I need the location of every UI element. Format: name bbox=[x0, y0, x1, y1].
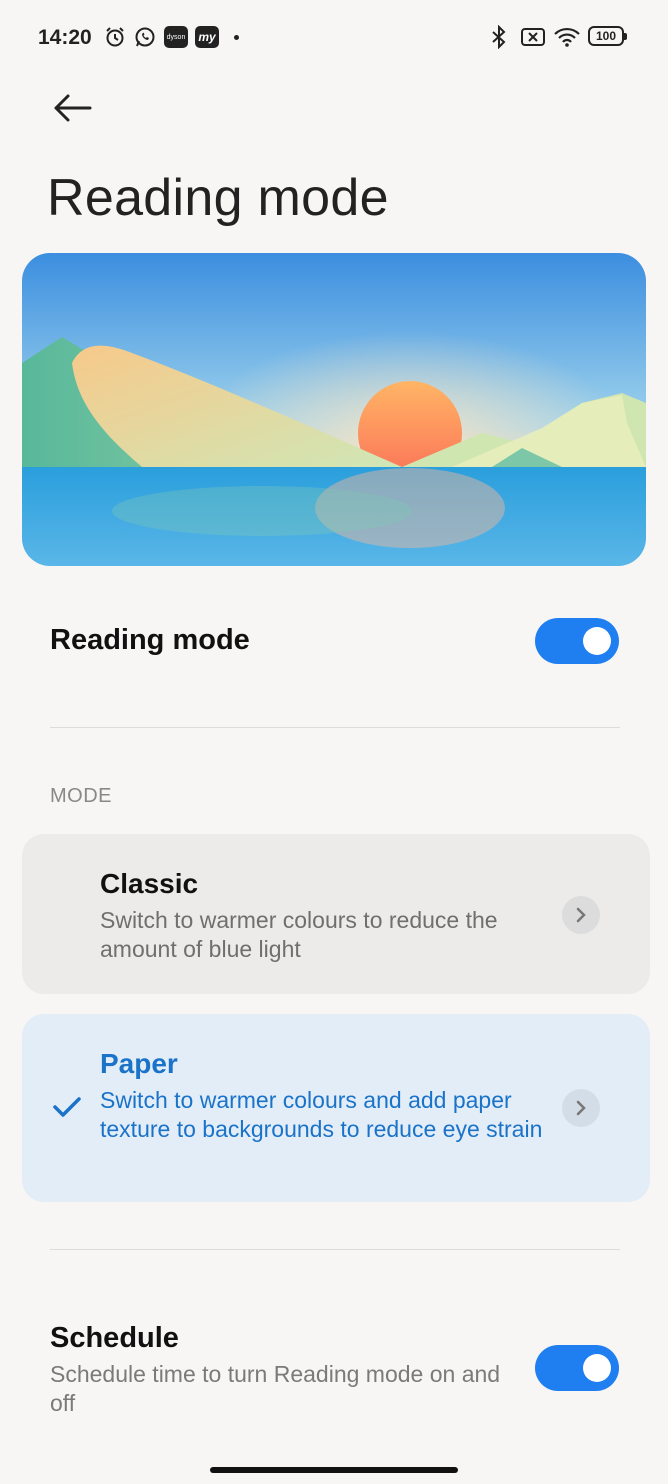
more-notifications-dot bbox=[234, 35, 239, 40]
status-bar: 14:20 dyson my 100 bbox=[0, 0, 668, 76]
schedule-toggle[interactable] bbox=[535, 1345, 619, 1391]
classic-description: Switch to warmer colours to reduce the a… bbox=[100, 907, 498, 962]
reading-mode-label: Reading mode bbox=[50, 624, 250, 656]
reading-mode-toggle[interactable] bbox=[535, 618, 619, 664]
classic-title: Classic bbox=[100, 868, 199, 899]
dyson-label: dyson bbox=[164, 26, 188, 48]
chevron-right-icon bbox=[562, 1089, 600, 1127]
sim-icon bbox=[520, 24, 546, 50]
back-button[interactable] bbox=[50, 88, 94, 128]
chevron-right-icon bbox=[562, 896, 600, 934]
check-icon bbox=[52, 1092, 82, 1122]
my-app-icon: my bbox=[195, 24, 219, 50]
mode-option-classic[interactable]: Classic Switch to warmer colours to redu… bbox=[22, 834, 650, 994]
toggle-knob bbox=[583, 627, 611, 655]
my-app-label: my bbox=[195, 26, 219, 48]
arrow-left-icon bbox=[54, 94, 92, 122]
divider bbox=[50, 1249, 620, 1250]
page-title: Reading mode bbox=[47, 169, 389, 227]
paper-title: Paper bbox=[100, 1048, 178, 1079]
whatsapp-icon bbox=[133, 24, 157, 50]
alarm-icon bbox=[103, 24, 127, 50]
battery-icon: 100 bbox=[588, 26, 627, 46]
divider bbox=[50, 727, 620, 728]
status-time: 14:20 bbox=[38, 26, 92, 49]
paper-description: Switch to warmer colours and add paper t… bbox=[100, 1087, 543, 1142]
bluetooth-icon bbox=[488, 24, 510, 50]
wifi-icon bbox=[552, 24, 582, 50]
dyson-icon: dyson bbox=[164, 24, 188, 50]
mode-option-paper[interactable]: Paper Switch to warmer colours and add p… bbox=[22, 1014, 650, 1202]
mode-section-heading: MODE bbox=[50, 785, 112, 807]
home-indicator[interactable] bbox=[210, 1467, 458, 1473]
schedule-description: Schedule time to turn Reading mode on an… bbox=[50, 1361, 501, 1416]
reading-mode-illustration bbox=[22, 253, 646, 566]
toggle-knob bbox=[583, 1354, 611, 1382]
schedule-label: Schedule bbox=[50, 1322, 179, 1354]
